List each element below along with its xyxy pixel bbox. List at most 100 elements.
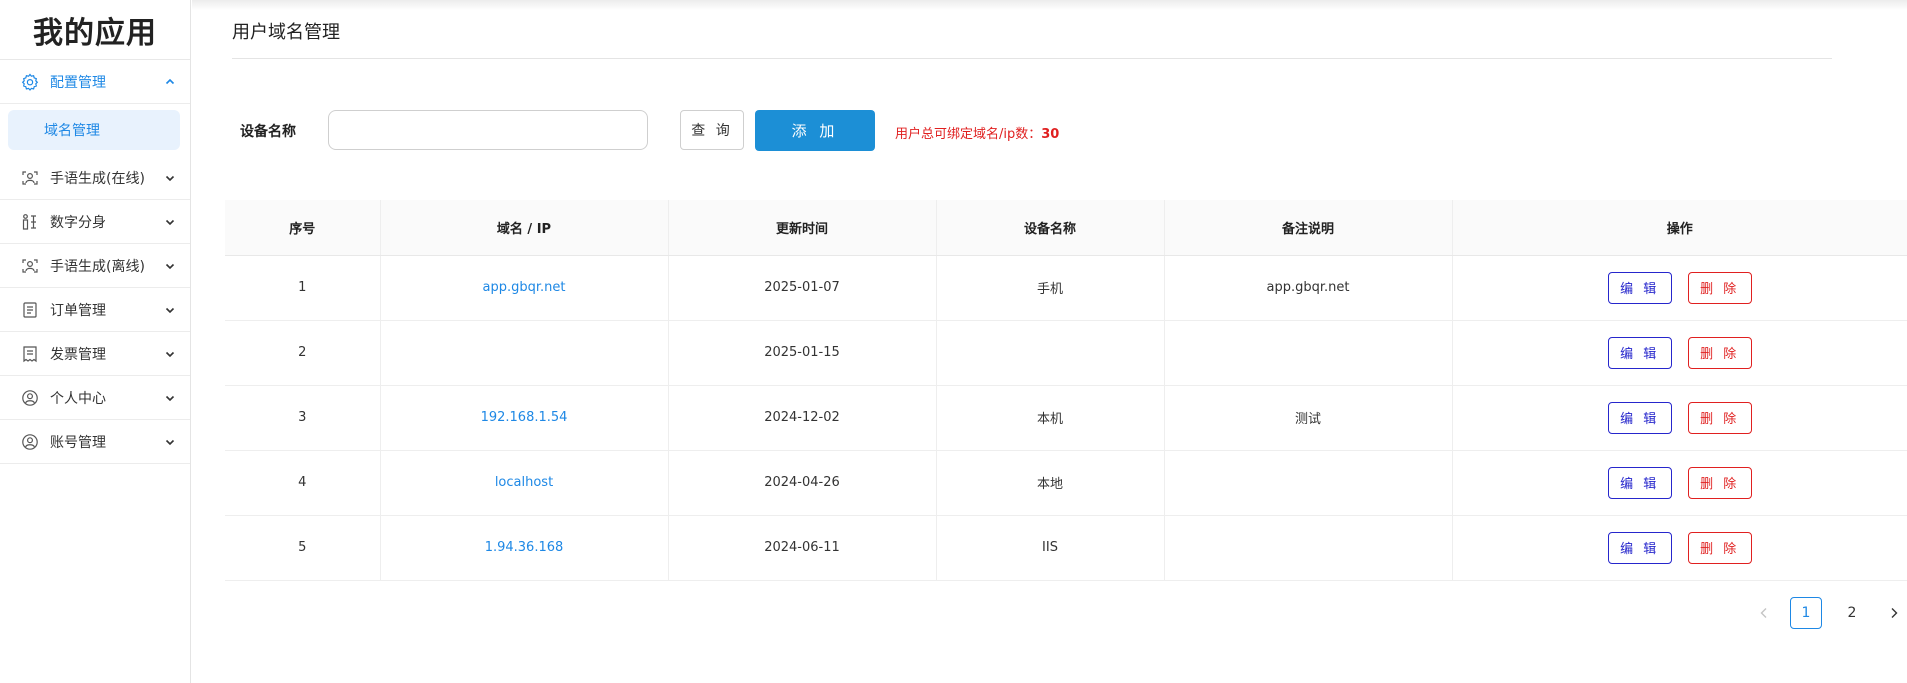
user-circle-icon xyxy=(20,388,40,408)
table-row: 4 localhost 2024-04-26 本地 编 辑 删 除 xyxy=(225,450,1907,516)
sidebar-item-label: 手语生成(离线) xyxy=(50,258,145,275)
cell-device: 本地 xyxy=(936,450,1165,516)
sidebar-item-sign-online[interactable]: 手语生成(在线) xyxy=(0,156,190,200)
prev-page-chevron-left-icon[interactable] xyxy=(1752,597,1776,629)
cell-index: 3 xyxy=(225,385,381,451)
cell-domain-link[interactable]: app.gbqr.net xyxy=(380,255,669,321)
sidebar-item-orders[interactable]: 订单管理 xyxy=(0,288,190,332)
cell-updated: 2025-01-15 xyxy=(668,320,937,386)
chevron-down-icon xyxy=(164,216,176,228)
user-circle-icon xyxy=(20,432,40,452)
quota-value: 30 xyxy=(1041,127,1060,142)
cell-updated: 2025-01-07 xyxy=(668,255,937,321)
next-page-chevron-right-icon[interactable] xyxy=(1882,597,1906,629)
cell-updated: 2024-06-11 xyxy=(668,515,937,581)
divider xyxy=(232,58,1832,59)
pagination: 1 2 xyxy=(1752,597,1906,629)
cell-domain-link[interactable]: 192.168.1.54 xyxy=(380,385,669,451)
delete-button[interactable]: 删 除 xyxy=(1687,336,1752,369)
cell-note xyxy=(1164,450,1453,516)
delete-button[interactable]: 删 除 xyxy=(1687,531,1752,564)
sidebar-item-label: 个人中心 xyxy=(50,390,106,407)
table-row: 3 192.168.1.54 2024-12-02 本机 测试 编 辑 删 除 xyxy=(225,385,1907,451)
cell-index: 5 xyxy=(225,515,381,581)
edit-button[interactable]: 编 辑 xyxy=(1607,401,1672,434)
edit-button[interactable]: 编 辑 xyxy=(1607,531,1672,564)
sign-language-icon xyxy=(20,168,40,188)
top-shadow xyxy=(192,0,1907,10)
sidebar-item-label: 发票管理 xyxy=(50,346,106,363)
col-header-note: 备注说明 xyxy=(1164,200,1453,256)
sidebar-item-invoices[interactable]: 发票管理 xyxy=(0,332,190,376)
app-logo-title: 我的应用 xyxy=(0,0,190,60)
cell-updated: 2024-04-26 xyxy=(668,450,937,516)
sign-language-icon xyxy=(20,256,40,276)
edit-button[interactable]: 编 辑 xyxy=(1607,336,1672,369)
cell-device: 本机 xyxy=(936,385,1165,451)
cell-note xyxy=(1164,515,1453,581)
sidebar-item-config[interactable]: 配置管理 xyxy=(0,60,190,104)
main-content: 用户域名管理 设备名称 查 询 添 加 用户总可绑定域名/ip数：30 序号 域… xyxy=(192,0,1907,683)
col-header-domain: 域名 / IP xyxy=(380,200,669,256)
sidebar-item-label: 配置管理 xyxy=(50,74,106,91)
col-header-device: 设备名称 xyxy=(936,200,1165,256)
sidebar-item-personal-center[interactable]: 个人中心 xyxy=(0,376,190,420)
page-title: 用户域名管理 xyxy=(232,22,340,43)
delete-button[interactable]: 删 除 xyxy=(1687,271,1752,304)
chevron-down-icon xyxy=(164,304,176,316)
sidebar-item-label: 数字分身 xyxy=(50,214,106,231)
sidebar-subitem-domain[interactable]: 域名管理 xyxy=(8,110,180,150)
cell-index: 2 xyxy=(225,320,381,386)
cell-index: 4 xyxy=(225,450,381,516)
order-document-icon xyxy=(20,300,40,320)
cell-domain-link[interactable]: 1.94.36.168 xyxy=(380,515,669,581)
quota-text: 用户总可绑定域名/ip数：30 xyxy=(895,123,1059,142)
col-header-actions: 操作 xyxy=(1452,200,1907,256)
chevron-down-icon xyxy=(164,436,176,448)
chevron-down-icon xyxy=(164,260,176,272)
chevron-down-icon xyxy=(164,392,176,404)
domain-table: 序号 域名 / IP 更新时间 设备名称 备注说明 操作 1 app.gbqr.… xyxy=(225,200,1907,581)
edit-button[interactable]: 编 辑 xyxy=(1607,466,1672,499)
cell-actions: 编 辑 删 除 xyxy=(1452,320,1907,386)
sidebar-item-account[interactable]: 账号管理 xyxy=(0,420,190,464)
cell-actions: 编 辑 删 除 xyxy=(1452,385,1907,451)
invoice-icon xyxy=(20,344,40,364)
delete-button[interactable]: 删 除 xyxy=(1687,401,1752,434)
sidebar-item-label: 账号管理 xyxy=(50,434,106,451)
device-name-input[interactable] xyxy=(328,110,648,150)
edit-button[interactable]: 编 辑 xyxy=(1607,271,1672,304)
add-button[interactable]: 添 加 xyxy=(755,110,875,151)
table-row: 5 1.94.36.168 2024-06-11 IIS 编 辑 删 除 xyxy=(225,515,1907,581)
cell-domain-link[interactable]: localhost xyxy=(380,450,669,516)
table-row: 2 2025-01-15 编 辑 删 除 xyxy=(225,320,1907,386)
cell-index: 1 xyxy=(225,255,381,321)
query-button[interactable]: 查 询 xyxy=(680,110,744,150)
col-header-index: 序号 xyxy=(225,200,381,256)
table-row: 1 app.gbqr.net 2025-01-07 手机 app.gbqr.ne… xyxy=(225,255,1907,321)
cell-domain-link[interactable] xyxy=(380,320,669,386)
quota-label: 用户总可绑定域名/ip数： xyxy=(895,127,1042,142)
sidebar-item-sign-offline[interactable]: 手语生成(离线) xyxy=(0,244,190,288)
cell-note: app.gbqr.net xyxy=(1164,255,1453,321)
col-header-updated: 更新时间 xyxy=(668,200,937,256)
device-name-label: 设备名称 xyxy=(240,124,296,140)
cell-updated: 2024-12-02 xyxy=(668,385,937,451)
sidebar-item-digital-avatar[interactable]: 数字分身 xyxy=(0,200,190,244)
cell-actions: 编 辑 删 除 xyxy=(1452,515,1907,581)
delete-button[interactable]: 删 除 xyxy=(1687,466,1752,499)
table-header-row: 序号 域名 / IP 更新时间 设备名称 备注说明 操作 xyxy=(225,200,1907,256)
sidebar-item-label: 订单管理 xyxy=(50,302,106,319)
page-2-button[interactable]: 2 xyxy=(1836,597,1868,629)
settings-gear-icon xyxy=(20,72,40,92)
cell-note xyxy=(1164,320,1453,386)
sidebar-item-label: 手语生成(在线) xyxy=(50,170,145,187)
sidebar: 我的应用 配置管理 域名管理 手语生成(在线) 数字分身 手语生成(离线) 订单… xyxy=(0,0,191,683)
chevron-down-icon xyxy=(164,172,176,184)
cell-actions: 编 辑 删 除 xyxy=(1452,255,1907,321)
digital-avatar-icon xyxy=(20,212,40,232)
cell-device xyxy=(936,320,1165,386)
cell-device: IIS xyxy=(936,515,1165,581)
cell-device: 手机 xyxy=(936,255,1165,321)
page-1-button[interactable]: 1 xyxy=(1790,597,1822,629)
